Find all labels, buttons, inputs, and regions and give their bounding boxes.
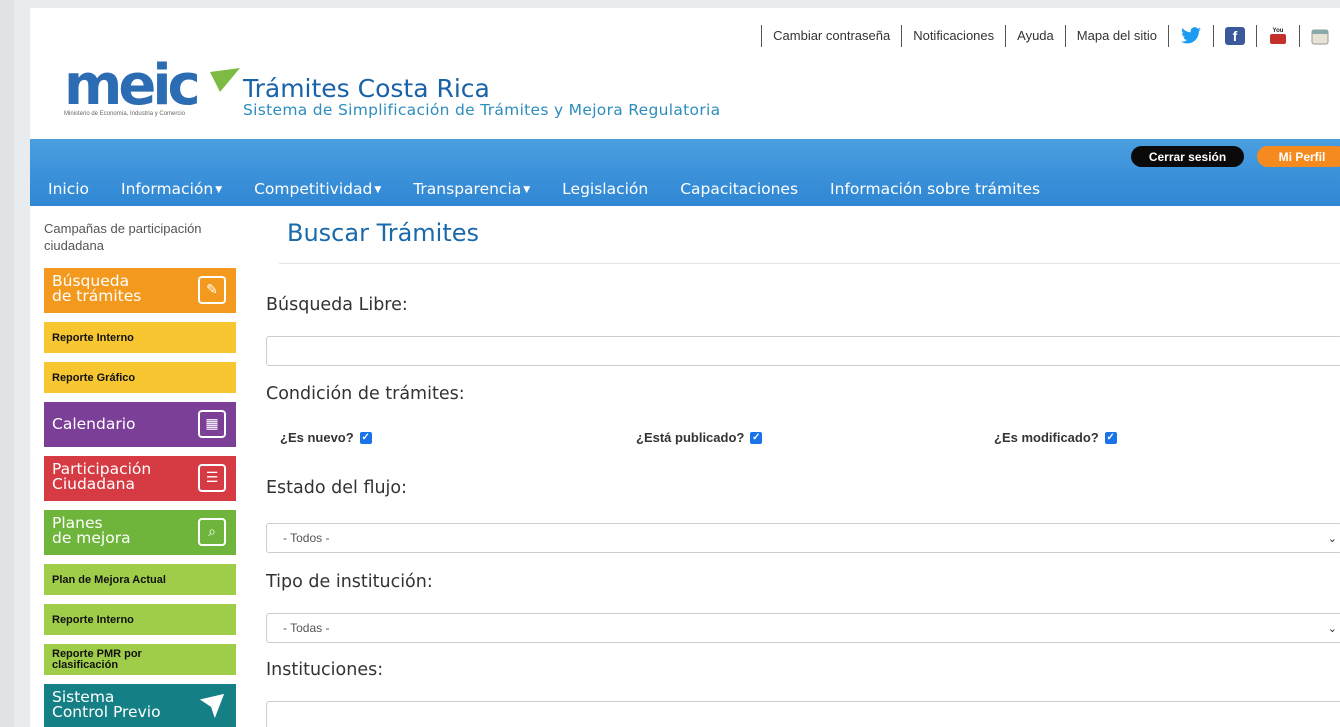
calendar-link[interactable] [1299,25,1340,47]
logout-button[interactable]: Cerrar sesión [1131,146,1244,167]
svg-text:meic: meic [64,53,198,118]
book-search-icon: ⌕ [198,518,226,546]
main-content: Buscar Trámites Búsqueda Libre: Condició… [265,218,1340,727]
twitter-link[interactable] [1168,25,1213,47]
nav-label: Competitividad [254,180,373,198]
nav-item-informacion[interactable]: Información ▼ [121,180,222,198]
checkbox-checked-icon: ✓ [1104,431,1117,444]
pmr-report-link[interactable]: Reporte PMR por clasificación [44,644,236,675]
facebook-link[interactable]: f [1213,25,1256,47]
nav-item-competitividad[interactable]: Competitividad ▼ [254,180,381,198]
main-navbar: Cerrar sesión Mi Perfil Inicio Informaci… [30,139,1340,206]
is-published-label: ¿Está publicado? [636,430,745,445]
graphic-report-link[interactable]: Reporte Gráfico [44,362,236,393]
nav-item-capacitaciones[interactable]: Capacitaciones [680,180,798,198]
plans-tile[interactable]: Planes de mejora ⌕ [44,510,236,555]
nav-label: Capacitaciones [680,180,799,198]
site-subtitle: Sistema de Simplificación de Trámites y … [243,101,721,119]
is-modified-checkbox[interactable]: ¿Es modificado? ✓ [994,430,1117,445]
institution-type-label: Tipo de institución: [266,572,433,592]
search-document-icon: ✎ [198,276,226,304]
svg-text:You: You [1273,28,1284,34]
nav-label: Información sobre trámites [830,180,1041,198]
is-new-label: ¿Es nuevo? [280,430,354,445]
internal-report-link[interactable]: Reporte Interno [44,322,236,353]
nav-label: Transparencia [413,180,522,198]
flow-state-value: - Todos - [283,531,330,545]
is-published-checkbox[interactable]: ¿Está publicado? ✓ [636,430,763,445]
divider [279,263,1340,264]
twitter-icon [1181,27,1201,44]
sidebar: Campañas de participación ciudadana Búsq… [44,220,239,727]
institutions-label: Instituciones: [266,660,384,680]
page: Cambiar contraseña Notificaciones Ayuda … [30,8,1340,727]
caret-down-icon: ▼ [523,185,531,195]
tile-label: Calendario [52,415,136,433]
search-tile[interactable]: Búsqueda de trámites ✎ [44,268,236,313]
checkbox-checked-icon: ✓ [359,431,372,444]
nav-label: Legislación [562,180,649,198]
facebook-icon: f [1225,27,1245,45]
page-title: Buscar Trámites [287,219,480,247]
condition-label: Condición de trámites: [266,384,465,404]
internal-report-2-link[interactable]: Reporte Interno [44,604,236,635]
flow-state-label: Estado del flujo: [266,478,408,498]
is-modified-label: ¿Es modificado? [994,430,1099,445]
nav-item-info-tramites[interactable]: Información sobre trámites [830,180,1040,198]
chevron-down-icon: ⌄ [1327,623,1337,635]
page-shadow [0,0,14,727]
site-title: Trámites Costa Rica [243,74,490,103]
meic-logo[interactable]: meic Ministerio de Economía, Industria y… [60,52,240,127]
sitemap-link[interactable]: Mapa del sitio [1064,25,1168,47]
control-tile[interactable]: Sistema Control Previo [44,684,236,727]
is-new-checkbox[interactable]: ¿Es nuevo? ✓ [280,430,372,445]
free-search-input[interactable] [266,336,1340,366]
calendar-icon: ▦ [198,410,226,438]
youtube-link[interactable]: You [1256,25,1299,47]
caret-down-icon: ▼ [374,185,382,195]
calendar-tile[interactable]: Calendario ▦ [44,402,236,447]
participation-tile[interactable]: Participación Ciudadana ☰ [44,456,236,501]
chevron-down-icon: ⌄ [1327,533,1337,545]
nav-item-legislacion[interactable]: Legislación [562,180,648,198]
profile-button[interactable]: Mi Perfil [1257,146,1340,167]
pmr-report-label: Reporte PMR por clasificación [52,647,142,671]
nav-item-inicio[interactable]: Inicio [48,180,89,198]
nav-label: Información [121,180,214,198]
institutions-input[interactable] [266,701,1340,727]
notifications-link[interactable]: Notificaciones [901,25,1005,47]
current-plan-link[interactable]: Plan de Mejora Actual [44,564,236,595]
change-password-link[interactable]: Cambiar contraseña [761,25,901,47]
nav-item-transparencia[interactable]: Transparencia ▼ [413,180,530,198]
youtube-icon: You [1270,28,1286,44]
nav-menu: Inicio Información ▼ Competitividad ▼ Tran… [48,180,1072,198]
nav-label: Inicio [48,180,90,198]
calendar-small-icon [1311,29,1329,45]
logo-subtext: Ministerio de Economía, Industria y Come… [64,111,186,117]
free-search-label: Búsqueda Libre: [266,295,408,315]
institution-type-value: - Todas - [283,621,330,635]
campaigns-link[interactable]: Campañas de participación ciudadana [44,220,239,268]
checkbox-checked-icon: ✓ [750,431,763,444]
top-links: Cambiar contraseña Notificaciones Ayuda … [761,23,1340,49]
institution-type-select[interactable]: - Todas - ⌄ [266,613,1340,643]
survey-icon: ☰ [198,464,226,492]
arrow-check-icon [199,693,225,719]
caret-down-icon: ▼ [215,185,223,195]
flow-state-select[interactable]: - Todos - ⌄ [266,523,1340,553]
help-link[interactable]: Ayuda [1005,25,1065,47]
